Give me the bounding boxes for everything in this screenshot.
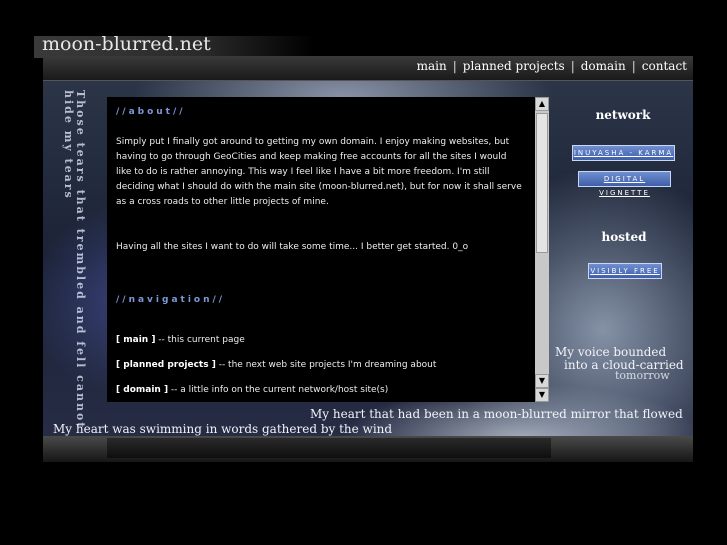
- scroll-down-button[interactable]: ▼: [535, 374, 549, 388]
- site-title: moon-blurred.net: [42, 33, 211, 55]
- network-button-inuyasha-karma[interactable]: INUYASHA - KARMA: [572, 145, 675, 161]
- hosted-button-visibly-free[interactable]: VISIBLY FREE: [588, 263, 662, 279]
- content-scrollbar[interactable]: ▲ ▼ ▼: [535, 97, 549, 402]
- nav-separator: |: [570, 59, 575, 73]
- nav-main[interactable]: main: [417, 59, 447, 73]
- nav-list-item: [ main ] -- this current page: [116, 333, 523, 348]
- poem-line: My heart that had been in a moon-blurred…: [310, 407, 683, 421]
- about-paragraph: Simply put I finally got around to getti…: [116, 137, 522, 207]
- about-heading: //about//: [116, 107, 186, 117]
- nav-separator: |: [452, 59, 457, 73]
- network-heading: network: [595, 108, 651, 122]
- poem-line: My voice bounded: [555, 345, 667, 359]
- nav-domain[interactable]: domain: [581, 59, 626, 73]
- nav-list-link-main[interactable]: [ main ]: [116, 335, 155, 345]
- hosted-heading: hosted: [601, 230, 647, 244]
- navigation-heading: //navigation//: [116, 295, 226, 305]
- about-paragraph: Having all the sites I want to do will t…: [116, 242, 469, 252]
- nav-list-link-planned-projects[interactable]: [ planned projects ]: [116, 360, 216, 370]
- network-button-digital-vignette[interactable]: DIGITAL VIGNETTE: [578, 171, 671, 197]
- bottom-bar-inner: [107, 438, 551, 458]
- nav-list-link-domain[interactable]: [ domain ]: [116, 385, 168, 395]
- vertical-poem-text: Those tears that trembled and fell canno…: [62, 90, 87, 430]
- nav-list-desc: -- a little info on the current network/…: [168, 385, 389, 395]
- nav-contact[interactable]: contact: [642, 59, 687, 73]
- nav-list-item: [ domain ] -- a little info on the curre…: [116, 383, 523, 398]
- page-frame: main | planned projects | domain | contact Tho…: [43, 56, 693, 462]
- nav-list-desc: -- this current page: [155, 335, 245, 345]
- poem-line: My heart was swimming in words gathered …: [53, 422, 393, 436]
- site-logo: moon-blurred.net: [34, 33, 314, 58]
- scroll-down-button-2[interactable]: ▼: [535, 388, 549, 402]
- poem-line: tomorrow: [615, 369, 670, 382]
- scroll-up-button[interactable]: ▲: [535, 97, 549, 111]
- scroll-thumb[interactable]: [536, 113, 548, 253]
- nav-planned-projects[interactable]: planned projects: [463, 59, 565, 73]
- nav-list-item: [ planned projects ] -- the next web sit…: [116, 358, 523, 373]
- nav-separator: |: [631, 59, 636, 73]
- nav-list-desc: -- the next web site projects I'm dreami…: [215, 360, 437, 370]
- content-panel: //about// Simply put I finally got aroun…: [107, 97, 535, 402]
- bottom-bar: [43, 436, 693, 462]
- main-nav: main | planned projects | domain | contact: [417, 59, 687, 73]
- top-bar: main | planned projects | domain | contact: [43, 56, 693, 81]
